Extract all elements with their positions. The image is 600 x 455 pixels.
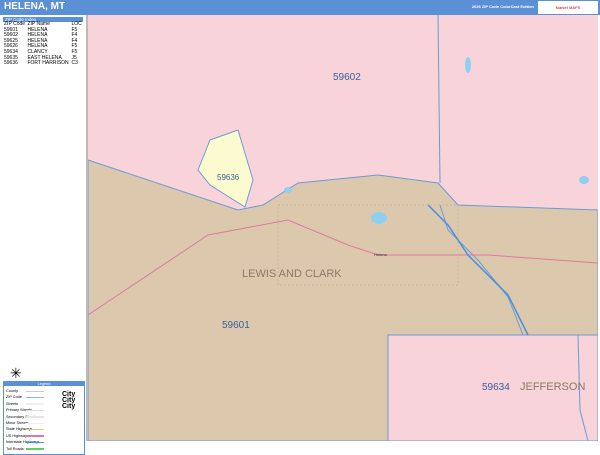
zip-index-table: ZIP Code Index ZIP Code ZIP Name LOC 59601 H… [3,17,83,67]
table-cell: FORT HARRISON [27,60,69,67]
legend-swatch [26,409,44,412]
city-label-helena: Helena [374,252,387,257]
legend-swatch [26,422,44,424]
map-title: HELENA, MT [4,1,66,12]
legend-item-label: Streets [6,401,19,406]
county-label-jefferson: JEFFERSON [520,381,586,393]
legend-swatch [26,396,44,399]
legend: Legend County ZIP Code Streets Primary Stre… [3,381,85,455]
logo-text: Market MAPS [555,5,581,10]
legend-item-label: County [6,389,19,393]
legend-heading: Legend [4,382,84,386]
table-cell: C3 [71,60,78,67]
edition-label: 2026 ZIP Code ColorCast Edition [471,4,534,9]
legend-swatch [26,403,44,405]
zip-label-59602: 59602 [333,72,361,83]
legend-swatch [26,416,44,418]
zip-label-59634: 59634 [482,382,510,393]
brand-logo: Market MAPS [538,1,598,14]
water-body [579,176,589,184]
water-body [371,212,387,224]
table-row: 59636 FORT HARRISON C3 [3,61,83,67]
city-sample: City [62,403,76,410]
legend-swatch [26,428,44,431]
water-body [465,57,471,73]
zip-label-59636: 59636 [217,173,240,182]
legend-swatch [26,435,44,437]
header: HELENA, MT 2026 ZIP Code ColorCast Editi… [0,0,600,15]
county-label-lewis-and-clark: LEWIS AND CLARK [242,268,342,280]
water-body [284,187,292,193]
legend-item-label: Toll Roads [6,446,24,451]
sidebar: ZIP Code Index ZIP Code ZIP Name LOC 59601 H… [0,15,88,455]
zip-label-59601: 59601 [222,320,250,331]
legend-item-label: ZIP Code [6,395,22,400]
legend-swatch [26,448,44,450]
legend-swatch [26,441,44,444]
legend-swatch [26,390,44,392]
compass-rose-icon: ✳ [10,365,22,381]
table-cell: 59636 [4,60,18,67]
